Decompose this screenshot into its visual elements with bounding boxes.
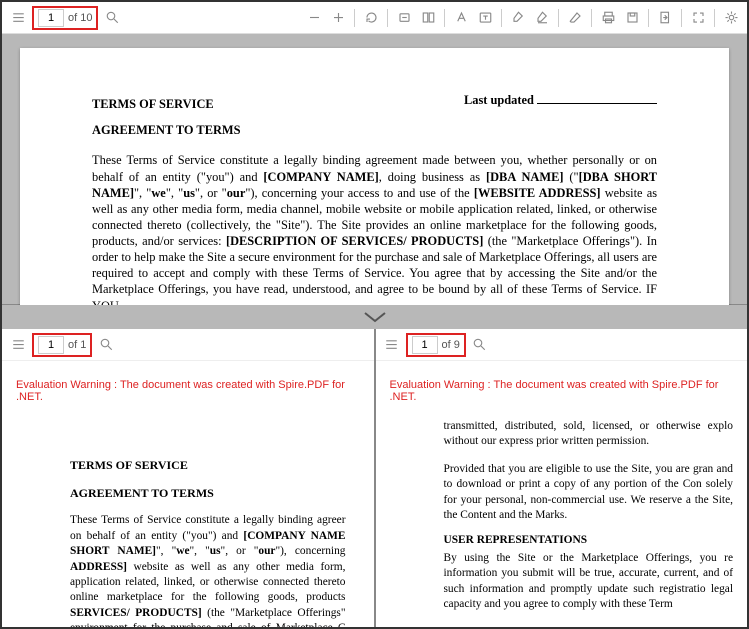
page-indicator: of 9 (406, 333, 466, 357)
page-number-input[interactable] (38, 336, 64, 354)
highlight-icon[interactable] (508, 8, 528, 28)
save-icon[interactable] (622, 8, 642, 28)
text-box-icon[interactable] (475, 8, 495, 28)
document-page: TERMS OF SERVICE AGREEMENT TO TERMS Thes… (16, 417, 360, 627)
page-view-icon[interactable] (418, 8, 438, 28)
sidebar-toggle-icon[interactable] (8, 335, 28, 355)
export-icon[interactable] (655, 8, 675, 28)
eraser-icon[interactable] (565, 8, 585, 28)
para1: transmitted, distributed, sold, licensed… (444, 419, 734, 450)
doc-title: TERMS OF SERVICE (70, 457, 346, 473)
underline-highlight-icon[interactable] (532, 8, 552, 28)
page-number-input[interactable] (38, 9, 64, 27)
left-document-area: TERMS OF SERVICE AGREEMENT TO TERMS Thes… (2, 403, 374, 627)
sidebar-toggle-icon[interactable] (382, 335, 402, 355)
page-number-input[interactable] (412, 336, 438, 354)
chevron-down-icon (2, 305, 747, 329)
top-document-area: TERMS OF SERVICE Last updated AGREEMENT … (2, 34, 747, 305)
right-toolbar: of 9 (376, 329, 748, 361)
section-title: USER REPRESENTATIONS (444, 533, 734, 548)
zoom-out-icon[interactable] (304, 8, 324, 28)
fullscreen-icon[interactable] (688, 8, 708, 28)
left-viewer: of 1 Evaluation Warning : The document w… (2, 329, 376, 627)
page-total-label: of 10 (68, 12, 92, 24)
search-icon[interactable] (96, 335, 116, 355)
zoom-in-icon[interactable] (328, 8, 348, 28)
right-document-area: transmitted, distributed, sold, licensed… (376, 403, 748, 612)
top-viewer: of 10 TERMS OF SERVICE Last updated (2, 2, 747, 305)
rotate-icon[interactable] (361, 8, 381, 28)
page-total-label: of 9 (442, 339, 460, 351)
page-total-label: of 1 (68, 339, 86, 351)
document-page: transmitted, distributed, sold, licensed… (390, 417, 734, 612)
sidebar-toggle-icon[interactable] (8, 8, 28, 28)
bottom-row: of 1 Evaluation Warning : The document w… (2, 329, 747, 627)
left-toolbar: of 1 (2, 329, 374, 361)
search-icon[interactable] (102, 8, 122, 28)
doc-subtitle: AGREEMENT TO TERMS (70, 485, 346, 501)
doc-subtitle: AGREEMENT TO TERMS (92, 122, 657, 138)
para2: Provided that you are eligible to use th… (444, 462, 734, 524)
evaluation-warning: Evaluation Warning : The document was cr… (2, 361, 374, 403)
document-page: TERMS OF SERVICE Last updated AGREEMENT … (20, 48, 729, 305)
search-icon[interactable] (470, 335, 490, 355)
settings-icon[interactable] (721, 8, 741, 28)
page-indicator: of 10 (32, 6, 98, 30)
doc-body: These Terms of Service constitute a lega… (70, 513, 346, 627)
evaluation-warning: Evaluation Warning : The document was cr… (376, 361, 748, 403)
right-viewer: of 9 Evaluation Warning : The document w… (376, 329, 748, 627)
para3: By using the Site or the Marketplace Off… (444, 551, 734, 613)
print-icon[interactable] (598, 8, 618, 28)
page-indicator: of 1 (32, 333, 92, 357)
fit-page-icon[interactable] (394, 8, 414, 28)
top-toolbar: of 10 (2, 2, 747, 34)
text-tool-icon[interactable] (451, 8, 471, 28)
doc-body: These Terms of Service constitute a lega… (92, 152, 657, 305)
